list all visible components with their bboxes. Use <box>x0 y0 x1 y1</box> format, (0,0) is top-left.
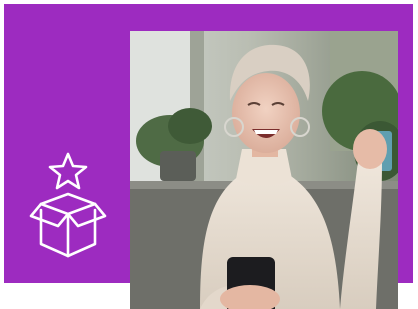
woman-celebrating-photo <box>130 31 398 309</box>
gift-box-star-icon <box>27 150 109 260</box>
